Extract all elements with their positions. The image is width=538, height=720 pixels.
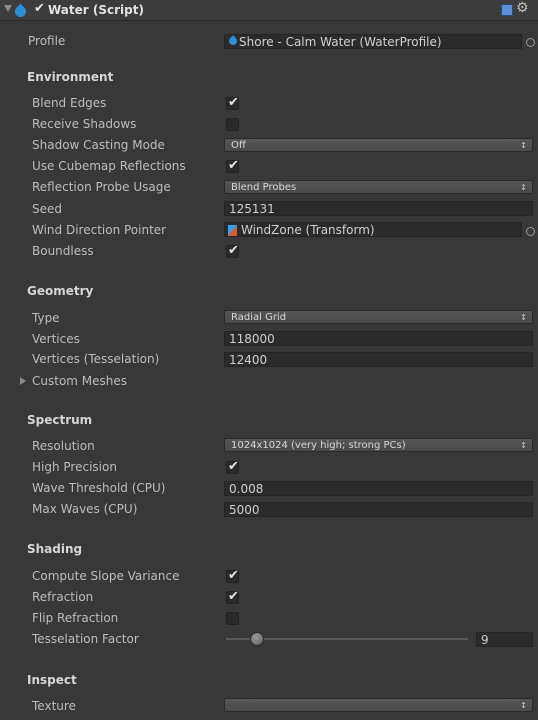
shadow-casting-select[interactable]: Off ↕ bbox=[224, 138, 533, 152]
receive-shadows-label: Receive Shadows bbox=[32, 117, 137, 131]
refraction-label: Refraction bbox=[32, 590, 94, 604]
seed-label: Seed bbox=[32, 202, 62, 216]
help-book-icon[interactable] bbox=[501, 4, 513, 16]
resolution-label: Resolution bbox=[32, 439, 95, 453]
tesselation-factor-slider-thumb[interactable] bbox=[250, 632, 264, 646]
blend-edges-label: Blend Edges bbox=[32, 96, 107, 110]
boundless-checkbox[interactable]: ✔ bbox=[226, 243, 239, 258]
section-inspect: Inspect bbox=[27, 673, 77, 687]
wind-direction-label: Wind Direction Pointer bbox=[32, 223, 167, 237]
dropdown-arrows-icon: ↕ bbox=[520, 441, 527, 450]
reflection-probe-label: Reflection Probe Usage bbox=[32, 180, 171, 194]
high-precision-checkbox[interactable]: ✔ bbox=[226, 459, 239, 474]
vertices-label: Vertices bbox=[32, 332, 80, 346]
section-shading: Shading bbox=[27, 542, 83, 556]
section-environment: Environment bbox=[27, 70, 114, 84]
dropdown-arrows-icon: ↕ bbox=[520, 183, 527, 192]
vertices-tesselation-field[interactable]: 12400 bbox=[224, 352, 533, 367]
type-label: Type bbox=[32, 311, 60, 325]
component-enabled-checkbox[interactable]: ✔ bbox=[33, 1, 45, 16]
profile-label: Profile bbox=[28, 34, 66, 48]
component-title: Water (Script) bbox=[48, 3, 144, 17]
tesselation-factor-field[interactable]: 9 bbox=[476, 632, 533, 647]
object-picker-icon[interactable] bbox=[526, 227, 535, 236]
foldout-arrow-icon[interactable] bbox=[20, 377, 26, 385]
water-drop-icon bbox=[12, 3, 29, 20]
max-waves-label: Max Waves (CPU) bbox=[32, 502, 138, 516]
wind-direction-field[interactable]: WindZone (Transform) bbox=[224, 222, 522, 237]
component-header: ✔ Water (Script) ⚙ bbox=[0, 0, 538, 21]
texture-label: Texture bbox=[32, 699, 76, 713]
transform-icon bbox=[228, 225, 237, 236]
foldout-arrow-icon[interactable] bbox=[4, 5, 12, 12]
resolution-select[interactable]: 1024x1024 (very high; strong PCs) ↕ bbox=[224, 438, 533, 452]
wave-threshold-field[interactable]: 0.008 bbox=[224, 481, 533, 496]
flip-refraction-label: Flip Refraction bbox=[32, 611, 119, 625]
custom-meshes-foldout[interactable]: Custom Meshes bbox=[32, 374, 127, 388]
vertices-field[interactable]: 118000 bbox=[224, 331, 533, 346]
profile-field[interactable]: Shore - Calm Water (WaterProfile) bbox=[224, 34, 522, 49]
slope-variance-label: Compute Slope Variance bbox=[32, 569, 180, 583]
object-picker-icon[interactable] bbox=[526, 38, 535, 47]
tesselation-factor-label: Tesselation Factor bbox=[32, 632, 139, 646]
cubemap-reflections-checkbox[interactable]: ✔ bbox=[226, 158, 239, 173]
slope-variance-checkbox[interactable]: ✔ bbox=[226, 568, 239, 583]
shadow-casting-label: Shadow Casting Mode bbox=[32, 138, 165, 152]
flip-refraction-checkbox[interactable] bbox=[226, 612, 239, 625]
vertices-tesselation-label: Vertices (Tesselation) bbox=[32, 352, 160, 366]
boundless-label: Boundless bbox=[32, 244, 94, 258]
water-profile-icon bbox=[227, 35, 239, 47]
section-spectrum: Spectrum bbox=[27, 413, 93, 427]
profile-value: Shore - Calm Water (WaterProfile) bbox=[239, 35, 442, 49]
reflection-probe-select[interactable]: Blend Probes ↕ bbox=[224, 180, 533, 194]
dropdown-arrows-icon: ↕ bbox=[520, 313, 527, 322]
wave-threshold-label: Wave Threshold (CPU) bbox=[32, 481, 166, 495]
seed-field[interactable]: 125131 bbox=[224, 201, 533, 216]
refraction-checkbox[interactable]: ✔ bbox=[226, 589, 239, 604]
texture-select[interactable]: ↕ bbox=[224, 698, 533, 712]
wind-direction-value: WindZone (Transform) bbox=[241, 223, 375, 237]
geometry-type-select[interactable]: Radial Grid ↕ bbox=[224, 310, 533, 324]
gear-icon[interactable]: ⚙ bbox=[516, 0, 529, 16]
receive-shadows-checkbox[interactable] bbox=[226, 118, 239, 131]
blend-edges-checkbox[interactable]: ✔ bbox=[226, 95, 239, 110]
cubemap-reflections-label: Use Cubemap Reflections bbox=[32, 159, 186, 173]
dropdown-arrows-icon: ↕ bbox=[520, 141, 527, 150]
high-precision-label: High Precision bbox=[32, 460, 117, 474]
max-waves-field[interactable]: 5000 bbox=[224, 502, 533, 517]
dropdown-arrows-icon: ↕ bbox=[520, 701, 527, 710]
section-geometry: Geometry bbox=[27, 284, 94, 298]
